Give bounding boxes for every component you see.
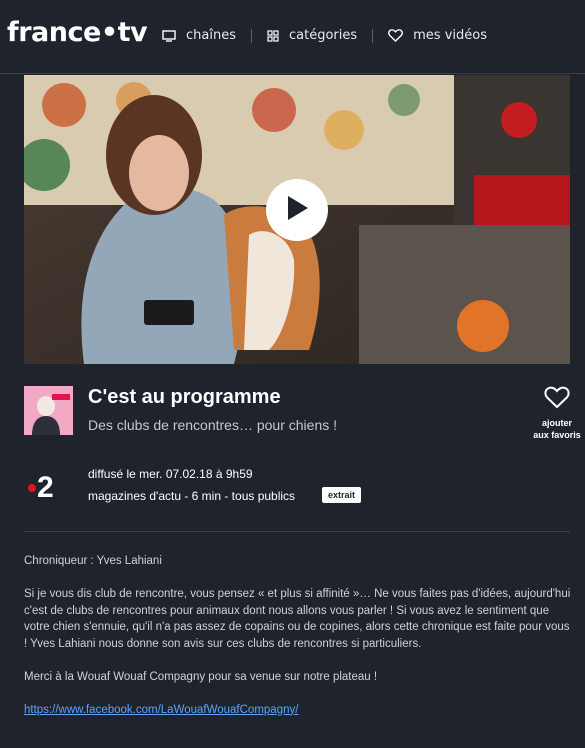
nav-item-mes-videos[interactable]: mes vidéos xyxy=(388,28,487,43)
program-details: magazines d'actu - 6 min - tous publics xyxy=(88,489,296,503)
nav-label-mes-videos: mes vidéos xyxy=(413,28,487,43)
heart-icon xyxy=(388,29,404,42)
program-subtitle: Des clubs de rencontres… pour chiens ! xyxy=(88,417,338,433)
nav-item-categories[interactable]: catégories xyxy=(267,28,357,43)
video-player[interactable] xyxy=(24,75,570,364)
add-to-favorites-button[interactable]: ajouter aux favoris xyxy=(528,386,585,441)
host-line: Chroniqueur : Yves Lahiani xyxy=(24,555,162,567)
favorites-label-line2: aux favoris xyxy=(533,430,581,440)
description-body: Si je vous dis club de rencontre, vous p… xyxy=(24,588,571,650)
grid-icon xyxy=(267,29,279,42)
program-thumbnail-image xyxy=(24,386,73,435)
favorites-label-line1: ajouter xyxy=(541,418,572,428)
nav-divider xyxy=(250,28,252,43)
nav-divider xyxy=(372,28,374,43)
facebook-link[interactable]: https://www.facebook.com/LaWouafWouafCom… xyxy=(24,704,298,716)
nav-label-chaines: chaînes xyxy=(186,28,236,43)
channel-number: 2 xyxy=(37,471,54,504)
tv-icon xyxy=(162,29,176,42)
nav-item-chaines[interactable]: chaînes xyxy=(162,28,236,43)
extract-badge: extrait xyxy=(322,487,362,503)
thanks-line: Merci à la Wouaf Wouaf Compagny pour sa … xyxy=(24,670,378,683)
nav-label-categories: catégories xyxy=(288,28,358,43)
channel-logo[interactable]: 2 xyxy=(28,471,54,505)
section-divider xyxy=(24,531,570,532)
program-thumbnail[interactable] xyxy=(24,386,73,435)
top-navigation-bar: france•tv chaînes catégories mes vidéos xyxy=(0,0,585,74)
play-button[interactable] xyxy=(266,179,328,241)
main-nav: chaînes catégories mes vidéos xyxy=(162,28,487,43)
heart-icon xyxy=(544,386,570,413)
program-title[interactable]: C'est au programme xyxy=(88,386,281,409)
air-date: diffusé le mer. 07.02.18 à 9h59 xyxy=(88,467,253,481)
channel-dot-icon xyxy=(28,484,36,492)
france-tv-logo[interactable]: france•tv xyxy=(7,17,148,48)
play-icon xyxy=(284,194,310,226)
description: Chroniqueur : Yves Lahiani Si je vous di… xyxy=(24,553,572,735)
